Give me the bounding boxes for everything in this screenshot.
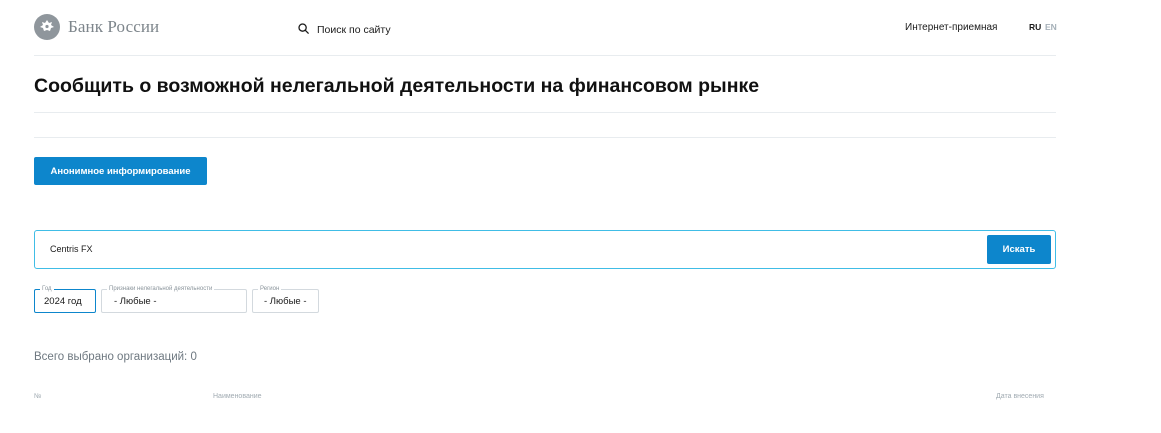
internet-reception-link[interactable]: Интернет-приемная — [905, 22, 997, 33]
site-search-link[interactable]: Поиск по сайту — [298, 21, 391, 39]
bank-logo[interactable]: Банк России — [34, 14, 159, 40]
region-filter-legend: Регион — [258, 284, 282, 294]
lang-en-link[interactable]: EN — [1045, 22, 1057, 32]
lang-ru-link[interactable]: RU — [1029, 22, 1041, 32]
site-search-label: Поиск по сайту — [317, 24, 391, 36]
illegal-signs-filter-value: - Любые - — [114, 296, 157, 307]
header-divider — [34, 55, 1056, 56]
anonymous-report-button[interactable]: Анонимное информирование — [34, 157, 207, 185]
organization-search-input[interactable]: Centris FX — [50, 244, 93, 254]
column-header-number: № — [34, 393, 42, 400]
column-header-date[interactable]: Дата внесения — [996, 393, 1044, 400]
eagle-emblem-icon — [34, 14, 60, 40]
year-filter-value: 2024 год — [44, 296, 82, 307]
search-icon — [298, 21, 309, 39]
column-header-name[interactable]: Наименование — [213, 393, 262, 400]
title-divider — [34, 112, 1056, 113]
search-button[interactable]: Искать — [987, 235, 1051, 264]
section-divider — [34, 137, 1056, 138]
illegal-signs-filter[interactable]: Признаки нелегальной деятельности - Любы… — [101, 284, 247, 313]
year-filter-legend: Год — [40, 284, 54, 294]
organization-search-box[interactable]: Centris FX Искать — [34, 230, 1056, 269]
year-filter[interactable]: Год 2024 год — [34, 284, 96, 313]
logo-text: Банк России — [68, 17, 160, 36]
region-filter-value: - Любые - — [264, 296, 307, 307]
illegal-signs-filter-legend: Признаки нелегальной деятельности — [107, 284, 215, 294]
region-filter[interactable]: Регион - Любые - — [252, 284, 319, 313]
results-total: Всего выбрано организаций: 0 — [34, 351, 197, 363]
page-title: Сообщить о возможной нелегальной деятель… — [34, 75, 760, 97]
